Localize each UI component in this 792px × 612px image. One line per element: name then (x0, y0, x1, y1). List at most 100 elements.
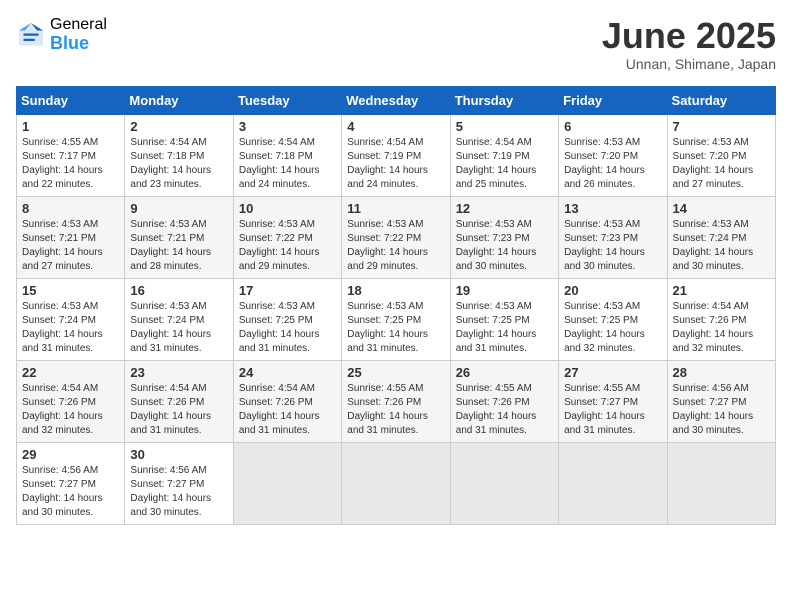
weekday-wednesday: Wednesday (342, 86, 450, 114)
calendar-cell: 16 Sunrise: 4:53 AM Sunset: 7:24 PM Dayl… (125, 278, 233, 360)
page-header: General Blue June 2025 Unnan, Shimane, J… (16, 16, 776, 72)
calendar-cell: 20 Sunrise: 4:53 AM Sunset: 7:25 PM Dayl… (559, 278, 667, 360)
calendar-cell (342, 442, 450, 524)
weekday-saturday: Saturday (667, 86, 775, 114)
day-info: Sunrise: 4:55 AM Sunset: 7:27 PM Dayligh… (564, 382, 661, 438)
calendar-cell: 4 Sunrise: 4:54 AM Sunset: 7:19 PM Dayli… (342, 114, 450, 196)
calendar-week-5: 29 Sunrise: 4:56 AM Sunset: 7:27 PM Dayl… (17, 442, 776, 524)
calendar-body: 1 Sunrise: 4:55 AM Sunset: 7:17 PM Dayli… (17, 114, 776, 524)
day-info: Sunrise: 4:55 AM Sunset: 7:26 PM Dayligh… (347, 382, 444, 438)
calendar-cell: 19 Sunrise: 4:53 AM Sunset: 7:25 PM Dayl… (450, 278, 558, 360)
calendar-cell: 1 Sunrise: 4:55 AM Sunset: 7:17 PM Dayli… (17, 114, 125, 196)
day-info: Sunrise: 4:56 AM Sunset: 7:27 PM Dayligh… (130, 464, 227, 520)
day-info: Sunrise: 4:53 AM Sunset: 7:21 PM Dayligh… (22, 218, 119, 274)
calendar-cell: 14 Sunrise: 4:53 AM Sunset: 7:24 PM Dayl… (667, 196, 775, 278)
day-number: 14 (673, 201, 770, 216)
logo: General Blue (16, 16, 107, 53)
day-info: Sunrise: 4:56 AM Sunset: 7:27 PM Dayligh… (673, 382, 770, 438)
day-info: Sunrise: 4:53 AM Sunset: 7:22 PM Dayligh… (347, 218, 444, 274)
day-info: Sunrise: 4:53 AM Sunset: 7:25 PM Dayligh… (347, 300, 444, 356)
day-number: 29 (22, 447, 119, 462)
calendar-header: SundayMondayTuesdayWednesdayThursdayFrid… (17, 86, 776, 114)
day-number: 3 (239, 119, 336, 134)
day-number: 30 (130, 447, 227, 462)
day-info: Sunrise: 4:53 AM Sunset: 7:23 PM Dayligh… (564, 218, 661, 274)
weekday-friday: Friday (559, 86, 667, 114)
calendar-cell: 10 Sunrise: 4:53 AM Sunset: 7:22 PM Dayl… (233, 196, 341, 278)
weekday-thursday: Thursday (450, 86, 558, 114)
calendar-cell (450, 442, 558, 524)
day-info: Sunrise: 4:54 AM Sunset: 7:26 PM Dayligh… (130, 382, 227, 438)
day-info: Sunrise: 4:53 AM Sunset: 7:20 PM Dayligh… (564, 136, 661, 192)
weekday-tuesday: Tuesday (233, 86, 341, 114)
day-number: 23 (130, 365, 227, 380)
month-title: June 2025 (602, 16, 776, 56)
day-info: Sunrise: 4:53 AM Sunset: 7:20 PM Dayligh… (673, 136, 770, 192)
day-number: 15 (22, 283, 119, 298)
day-info: Sunrise: 4:53 AM Sunset: 7:25 PM Dayligh… (456, 300, 553, 356)
calendar-cell: 29 Sunrise: 4:56 AM Sunset: 7:27 PM Dayl… (17, 442, 125, 524)
calendar-cell: 22 Sunrise: 4:54 AM Sunset: 7:26 PM Dayl… (17, 360, 125, 442)
calendar-cell (559, 442, 667, 524)
day-number: 19 (456, 283, 553, 298)
day-info: Sunrise: 4:54 AM Sunset: 7:26 PM Dayligh… (673, 300, 770, 356)
calendar-cell: 18 Sunrise: 4:53 AM Sunset: 7:25 PM Dayl… (342, 278, 450, 360)
day-number: 22 (22, 365, 119, 380)
day-info: Sunrise: 4:55 AM Sunset: 7:17 PM Dayligh… (22, 136, 119, 192)
calendar-cell: 21 Sunrise: 4:54 AM Sunset: 7:26 PM Dayl… (667, 278, 775, 360)
calendar-cell: 5 Sunrise: 4:54 AM Sunset: 7:19 PM Dayli… (450, 114, 558, 196)
calendar-cell: 8 Sunrise: 4:53 AM Sunset: 7:21 PM Dayli… (17, 196, 125, 278)
day-info: Sunrise: 4:56 AM Sunset: 7:27 PM Dayligh… (22, 464, 119, 520)
day-number: 11 (347, 201, 444, 216)
day-number: 6 (564, 119, 661, 134)
day-info: Sunrise: 4:53 AM Sunset: 7:25 PM Dayligh… (564, 300, 661, 356)
day-number: 20 (564, 283, 661, 298)
day-info: Sunrise: 4:53 AM Sunset: 7:25 PM Dayligh… (239, 300, 336, 356)
calendar-cell: 9 Sunrise: 4:53 AM Sunset: 7:21 PM Dayli… (125, 196, 233, 278)
calendar-week-1: 1 Sunrise: 4:55 AM Sunset: 7:17 PM Dayli… (17, 114, 776, 196)
day-number: 10 (239, 201, 336, 216)
day-number: 7 (673, 119, 770, 134)
day-number: 12 (456, 201, 553, 216)
calendar-week-4: 22 Sunrise: 4:54 AM Sunset: 7:26 PM Dayl… (17, 360, 776, 442)
calendar-cell: 7 Sunrise: 4:53 AM Sunset: 7:20 PM Dayli… (667, 114, 775, 196)
day-info: Sunrise: 4:54 AM Sunset: 7:26 PM Dayligh… (22, 382, 119, 438)
calendar-cell: 12 Sunrise: 4:53 AM Sunset: 7:23 PM Dayl… (450, 196, 558, 278)
logo-blue: Blue (50, 34, 107, 54)
logo-text: General Blue (50, 16, 107, 53)
day-number: 16 (130, 283, 227, 298)
day-info: Sunrise: 4:54 AM Sunset: 7:18 PM Dayligh… (239, 136, 336, 192)
day-number: 27 (564, 365, 661, 380)
calendar-cell: 25 Sunrise: 4:55 AM Sunset: 7:26 PM Dayl… (342, 360, 450, 442)
calendar-cell: 6 Sunrise: 4:53 AM Sunset: 7:20 PM Dayli… (559, 114, 667, 196)
weekday-monday: Monday (125, 86, 233, 114)
title-block: June 2025 Unnan, Shimane, Japan (602, 16, 776, 72)
day-number: 13 (564, 201, 661, 216)
location-subtitle: Unnan, Shimane, Japan (602, 56, 776, 72)
day-number: 8 (22, 201, 119, 216)
day-number: 25 (347, 365, 444, 380)
day-number: 28 (673, 365, 770, 380)
weekday-sunday: Sunday (17, 86, 125, 114)
day-number: 18 (347, 283, 444, 298)
calendar-cell: 13 Sunrise: 4:53 AM Sunset: 7:23 PM Dayl… (559, 196, 667, 278)
day-number: 1 (22, 119, 119, 134)
day-number: 26 (456, 365, 553, 380)
day-number: 2 (130, 119, 227, 134)
day-number: 4 (347, 119, 444, 134)
day-number: 9 (130, 201, 227, 216)
calendar-cell: 11 Sunrise: 4:53 AM Sunset: 7:22 PM Dayl… (342, 196, 450, 278)
calendar-table: SundayMondayTuesdayWednesdayThursdayFrid… (16, 86, 776, 525)
day-info: Sunrise: 4:54 AM Sunset: 7:19 PM Dayligh… (456, 136, 553, 192)
calendar-week-3: 15 Sunrise: 4:53 AM Sunset: 7:24 PM Dayl… (17, 278, 776, 360)
calendar-cell: 17 Sunrise: 4:53 AM Sunset: 7:25 PM Dayl… (233, 278, 341, 360)
day-info: Sunrise: 4:54 AM Sunset: 7:26 PM Dayligh… (239, 382, 336, 438)
calendar-cell: 27 Sunrise: 4:55 AM Sunset: 7:27 PM Dayl… (559, 360, 667, 442)
calendar-cell: 15 Sunrise: 4:53 AM Sunset: 7:24 PM Dayl… (17, 278, 125, 360)
calendar-cell: 2 Sunrise: 4:54 AM Sunset: 7:18 PM Dayli… (125, 114, 233, 196)
calendar-week-2: 8 Sunrise: 4:53 AM Sunset: 7:21 PM Dayli… (17, 196, 776, 278)
calendar-cell: 24 Sunrise: 4:54 AM Sunset: 7:26 PM Dayl… (233, 360, 341, 442)
day-number: 5 (456, 119, 553, 134)
day-info: Sunrise: 4:55 AM Sunset: 7:26 PM Dayligh… (456, 382, 553, 438)
calendar-cell: 23 Sunrise: 4:54 AM Sunset: 7:26 PM Dayl… (125, 360, 233, 442)
